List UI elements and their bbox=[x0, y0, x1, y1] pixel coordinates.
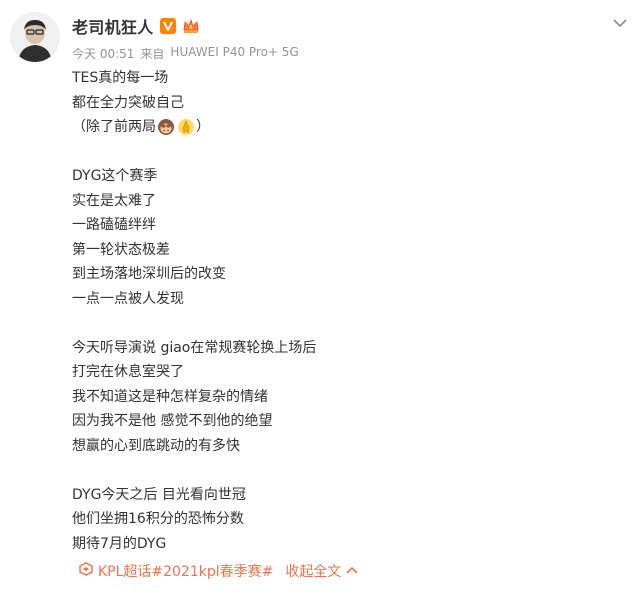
post-line: 第一轮状态极差 bbox=[72, 241, 170, 258]
post-footer: KPL超话#2021kpl春季赛# 收起全文 bbox=[78, 561, 359, 581]
praying-hands-emoji-icon bbox=[177, 118, 195, 136]
verified-v-icon bbox=[159, 18, 176, 34]
super-topic-icon bbox=[78, 562, 94, 580]
monkey-emoji-icon bbox=[157, 118, 175, 136]
post-line: 都在全力突破自己 bbox=[72, 94, 184, 111]
post-line: 实在是太难了 bbox=[72, 192, 156, 209]
post-line: 到主场落地深圳后的改变 bbox=[72, 266, 226, 282]
chevron-up-icon[interactable] bbox=[345, 563, 359, 579]
post-line: DYG这个赛季 bbox=[72, 168, 158, 184]
post-line: 他们坐拥16积分的恐怖分数 bbox=[72, 511, 244, 527]
post-line: （除了前两局 ） bbox=[72, 118, 210, 136]
post-line: TES真的每一场 bbox=[72, 70, 169, 86]
post-line: 我不知道这是种怎样复杂的情绪 bbox=[72, 388, 268, 405]
topic-link[interactable]: KPL超话#2021kpl春季赛# bbox=[98, 561, 273, 581]
post-meta: 今天 00:51 来自 HUAWEI P40 Pro+ 5G bbox=[72, 45, 299, 62]
avatar[interactable] bbox=[10, 12, 60, 62]
post-line: 一点一点被人发现 bbox=[72, 290, 184, 307]
user-header: 老司机狂人 bbox=[72, 14, 200, 38]
post-line: 因为我不是他 感觉不到他的绝望 bbox=[72, 413, 273, 429]
post-content: TES真的每一场 都在全力突破自己 （除了前两局 ） DYG这个赛季 实在是太难… bbox=[72, 66, 592, 556]
source-label: 来自 bbox=[140, 47, 165, 61]
username[interactable]: 老司机狂人 bbox=[72, 14, 154, 38]
post-line: 今天听导演说 giao在常规赛轮换上场后 bbox=[72, 339, 317, 356]
device-name: HUAWEI P40 Pro+ 5G bbox=[170, 45, 299, 59]
post-line: 想赢的心到底跳动的有多快 bbox=[72, 437, 240, 454]
chevron-down-icon[interactable] bbox=[612, 14, 628, 28]
post-time[interactable]: 今天 00:51 bbox=[72, 45, 134, 62]
collapse-button[interactable]: 收起全文 bbox=[285, 561, 341, 581]
post-line: 期待7月的DYG bbox=[72, 535, 167, 552]
post-line: 一路磕磕绊绊 bbox=[72, 217, 156, 233]
post-line: DYG今天之后 目光看向世冠 bbox=[72, 486, 246, 503]
crown-icon[interactable] bbox=[182, 18, 200, 34]
post-line: 打完在休息室哭了 bbox=[72, 364, 184, 380]
